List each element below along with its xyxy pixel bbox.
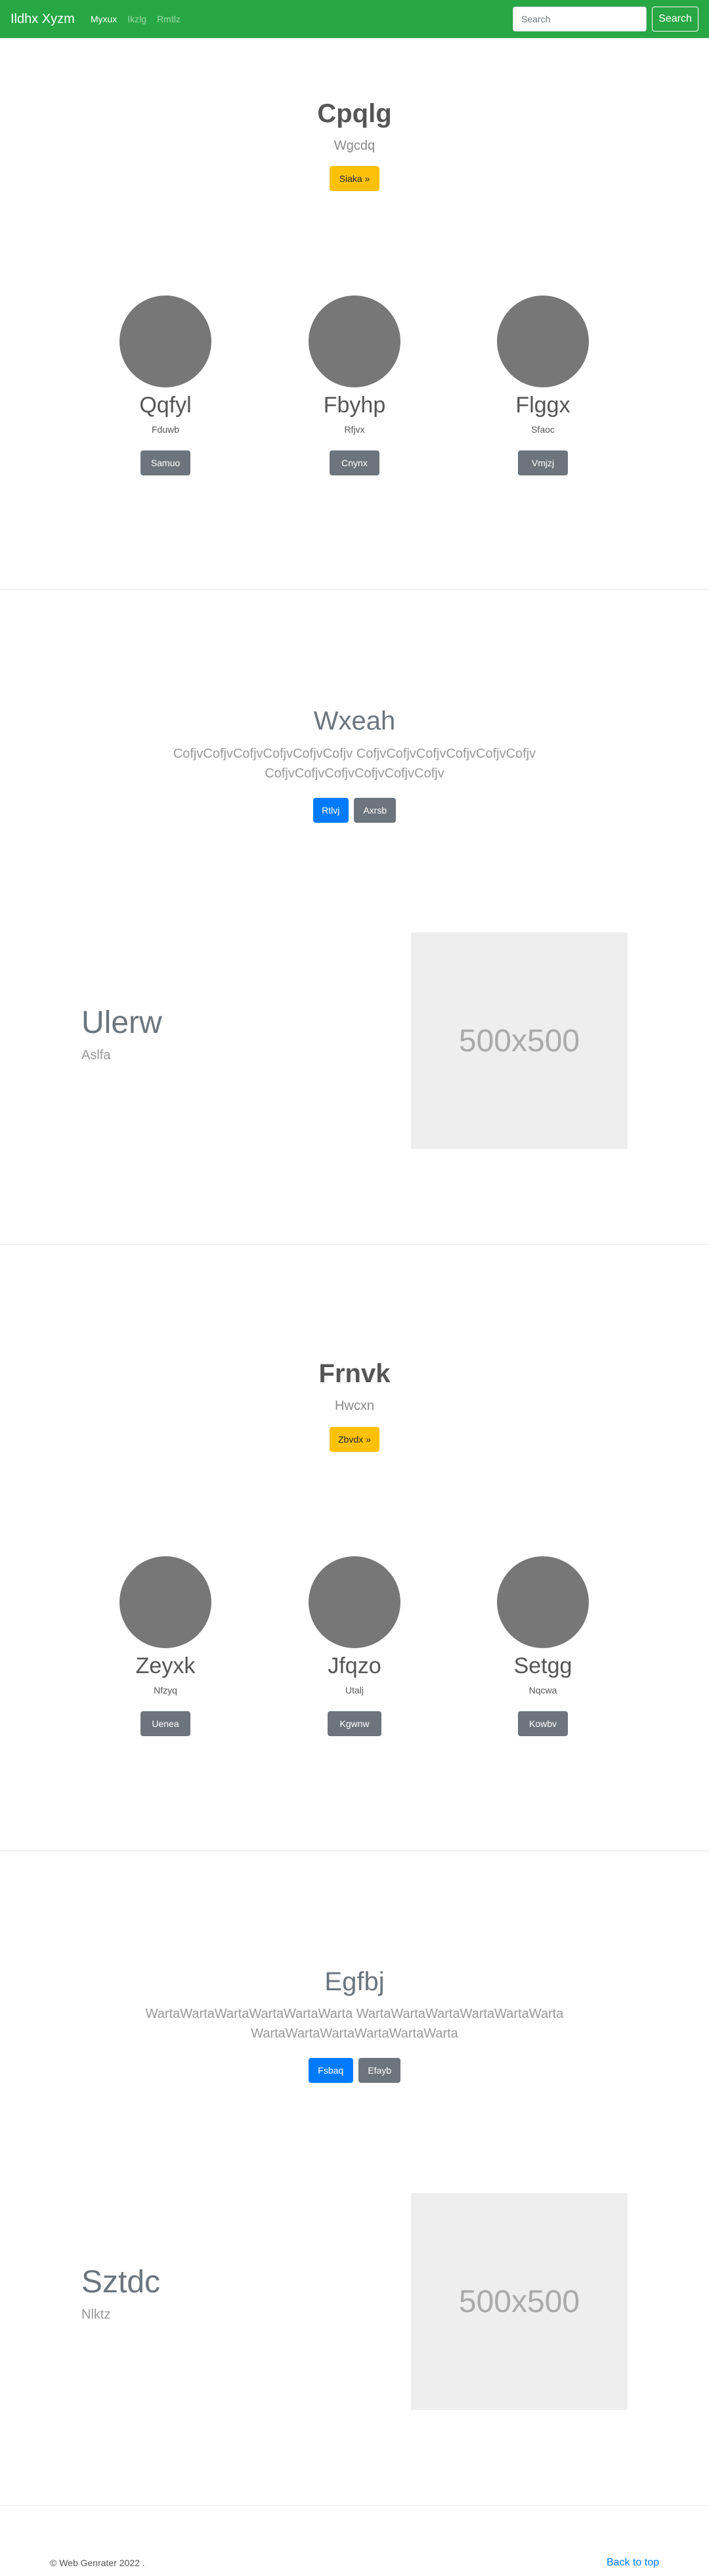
footer-divider	[0, 2505, 709, 2506]
search-button[interactable]: Search	[652, 7, 698, 32]
card-subtitle: Fduwb	[151, 424, 180, 435]
brand-link[interactable]: Ildhx Xyzm	[11, 12, 75, 27]
feature-text-line-1: WartaWartaWartaWartaWartaWarta WartaWart…	[145, 2007, 564, 2021]
avatar-placeholder	[309, 1556, 400, 1648]
avatar-placeholder	[119, 1556, 211, 1648]
card-subtitle: Nfzyq	[154, 1685, 177, 1695]
card-button[interactable]: Kowbv	[518, 1711, 568, 1736]
card-button[interactable]: Vmjzj	[518, 450, 568, 475]
half-subtitle: Aslfa	[81, 1048, 111, 1062]
hero-button[interactable]: Siaka »	[330, 166, 379, 191]
nav-link-2[interactable]: Ikzlg	[127, 14, 146, 24]
search-form: Search	[513, 7, 698, 32]
card-subtitle: Rfjvx	[344, 424, 365, 435]
section-divider	[0, 589, 709, 590]
feature-primary-button[interactable]: Fsbaq	[308, 2058, 353, 2083]
hero-subtitle: Wgcdq	[333, 139, 376, 153]
card-title: Fbyhp	[323, 393, 386, 418]
feature-text-line-2: CofjvCofjvCofjvCofjvCofjvCofjv	[265, 766, 444, 781]
card-button[interactable]: Uenea	[140, 1711, 190, 1736]
hero-subtitle: Hwcxn	[334, 1399, 374, 1413]
hero-button[interactable]: Zbvdx »	[330, 1427, 379, 1452]
nav-link-3[interactable]: Rmtlz	[157, 14, 181, 24]
card-title: Zeyxk	[135, 1653, 196, 1678]
card-button[interactable]: Samuo	[140, 450, 190, 475]
nav-link-1[interactable]: Myxux	[91, 14, 117, 24]
section-divider	[0, 1850, 709, 1851]
card-button[interactable]: Kgwnw	[328, 1711, 381, 1736]
card: Zeyxk Nfzyq Uenea	[93, 1556, 238, 1736]
feature-text-line-2: WartaWartaWartaWartaWartaWarta	[251, 2026, 458, 2041]
feature-primary-button[interactable]: Rtlvj	[312, 798, 349, 823]
avatar-placeholder	[497, 1556, 589, 1648]
navbar: Ildhx Xyzm Myxux Ikzlg Rmtlz Search	[0, 0, 709, 38]
search-input[interactable]	[513, 7, 647, 32]
feature-title: Egfbj	[324, 1967, 385, 1996]
card-button[interactable]: Cnynx	[330, 450, 379, 475]
section-divider	[0, 1244, 709, 1245]
card-subtitle: Utalj	[345, 1685, 364, 1695]
half-subtitle: Nlktz	[81, 2307, 111, 2322]
card: Jfqzo Utalj Kgwnw	[282, 1556, 427, 1736]
image-placeholder: 500x500	[411, 932, 628, 1149]
avatar-placeholder	[119, 295, 211, 387]
half-title: Ulerw	[81, 1005, 162, 1040]
feature-secondary-button[interactable]: Efayb	[358, 2058, 401, 2083]
card-title: Jfqzo	[328, 1653, 381, 1678]
copyright-text: © Web Genrater 2022 .	[50, 2558, 145, 2568]
card-subtitle: Sfaoc	[531, 424, 555, 435]
card: Qqfyl Fduwb Samuo	[93, 295, 238, 475]
card-title: Qqfyl	[139, 393, 192, 418]
back-to-top-link[interactable]: Back to top	[607, 2557, 659, 2569]
half-title: Sztdc	[81, 2265, 161, 2300]
image-placeholder: 500x500	[411, 2193, 628, 2410]
avatar-placeholder	[497, 295, 589, 387]
card: Fbyhp Rfjvx Cnynx	[282, 295, 427, 475]
card-subtitle: Nqcwa	[528, 1685, 557, 1695]
card: Flggx Sfaoc Vmjzj	[471, 295, 615, 475]
feature-title: Wxeah	[313, 707, 396, 735]
hero-title: Frnvk	[318, 1359, 391, 1388]
card: Setgg Nqcwa Kowbv	[471, 1556, 615, 1736]
card-title: Flggx	[515, 393, 570, 418]
card-title: Setgg	[513, 1653, 572, 1678]
avatar-placeholder	[309, 295, 400, 387]
feature-text-line-1: CofjvCofjvCofjvCofjvCofjvCofjv CofjvCofj…	[173, 747, 536, 761]
hero-title: Cpqlg	[317, 99, 392, 128]
feature-secondary-button[interactable]: Axrsb	[354, 798, 397, 823]
